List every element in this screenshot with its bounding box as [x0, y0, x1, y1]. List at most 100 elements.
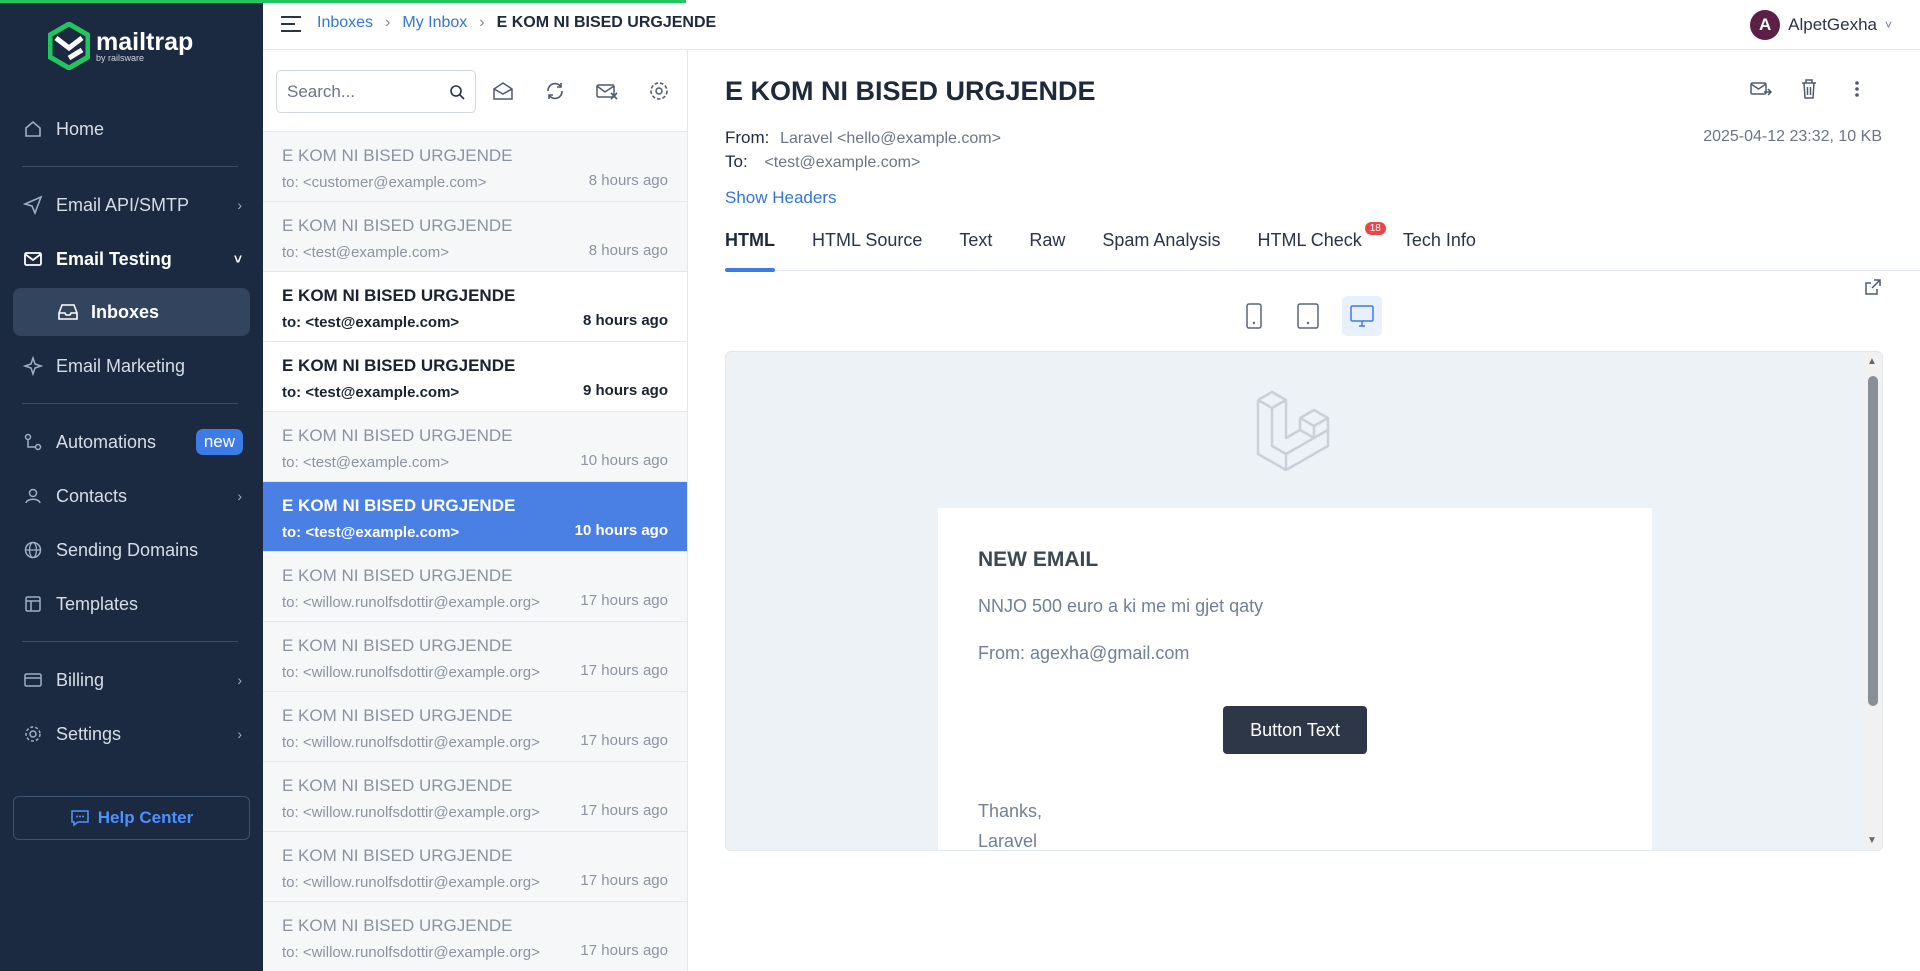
list-toolbar: Search...	[263, 50, 687, 132]
sidebar-item-contacts[interactable]: Contacts ›	[22, 481, 242, 511]
tab-html-check[interactable]: HTML Check 18	[1257, 222, 1386, 271]
message-time: 17 hours ago	[580, 732, 668, 749]
chevron-down-icon: ˅	[233, 251, 242, 267]
sidebar-item-label: Inboxes	[91, 301, 160, 322]
chevron-right-icon: ›	[237, 197, 242, 213]
mailtrap-logo-icon	[48, 22, 90, 70]
tab-tech-info[interactable]: Tech Info	[1403, 230, 1476, 271]
email-thanks: Thanks,	[978, 801, 1043, 821]
email-body-card: NEW EMAIL NNJO 500 euro a ki me mi gjet …	[938, 508, 1652, 850]
message-list: E KOM NI BISED URGJENDE to: <customer@exa…	[263, 132, 687, 971]
message-subject: E KOM NI BISED URGJENDE	[282, 776, 513, 795]
more-options-icon[interactable]	[1844, 76, 1870, 102]
templates-icon	[22, 593, 44, 615]
logo[interactable]: mailtrap by railsware	[48, 22, 193, 70]
menu-toggle-icon[interactable]	[281, 16, 301, 32]
show-headers-link[interactable]: Show Headers	[725, 188, 837, 208]
chevron-right-icon: ›	[237, 672, 242, 688]
home-icon	[22, 118, 44, 140]
gear-icon[interactable]	[645, 77, 673, 105]
sidebar-divider	[22, 403, 238, 404]
tab-html-source[interactable]: HTML Source	[812, 230, 922, 271]
refresh-icon[interactable]	[541, 77, 569, 105]
mobile-view-icon[interactable]	[1234, 296, 1274, 336]
message-time: 10 hours ago	[574, 522, 668, 539]
sidebar-item-sending-domains[interactable]: Sending Domains	[22, 535, 242, 565]
user-menu[interactable]: A AlpetGexha ˅	[1750, 10, 1892, 40]
help-center-button[interactable]: Help Center	[13, 796, 250, 840]
sidebar-item-email-testing[interactable]: Email Testing ˅	[22, 244, 242, 274]
scroll-down-icon[interactable]: ▼	[1867, 835, 1877, 846]
open-external-icon[interactable]	[1864, 278, 1882, 301]
sidebar-item-email-api[interactable]: Email API/SMTP ›	[22, 190, 242, 220]
search-input[interactable]: Search...	[276, 70, 476, 113]
inbox-icon	[57, 302, 79, 322]
device-toggles	[1234, 296, 1382, 336]
top-bar: Inboxes › My Inbox › E KOM NI BISED URGJ…	[263, 0, 1920, 50]
message-subject: E KOM NI BISED URGJENDE	[282, 566, 513, 585]
message-actions	[1748, 76, 1870, 102]
email-cta-button[interactable]: Button Text	[1223, 706, 1367, 754]
automation-icon	[22, 431, 44, 453]
message-subject: E KOM NI BISED URGJENDE	[282, 356, 516, 375]
laravel-logo-icon	[1254, 388, 1334, 477]
to-label: To:	[725, 152, 748, 171]
chat-icon	[70, 809, 90, 827]
email-title: NEW EMAIL	[978, 548, 1099, 571]
scroll-up-icon[interactable]: ▲	[1867, 356, 1877, 367]
mark-read-icon[interactable]	[489, 77, 517, 105]
from-label: From:	[725, 128, 770, 147]
message-time: 17 hours ago	[580, 942, 668, 959]
sidebar-item-home[interactable]: Home	[22, 114, 242, 144]
breadcrumb-current: E KOM NI BISED URGJENDE	[496, 14, 717, 31]
message-date-size: 2025-04-12 23:32, 10 KB	[1703, 128, 1882, 145]
tab-html[interactable]: HTML	[725, 230, 775, 272]
message-time: 8 hours ago	[588, 242, 668, 259]
message-list-item[interactable]: E KOM NI BISED URGJENDE to: <willow.runol…	[263, 552, 687, 622]
message-subject: E KOM NI BISED URGJENDE	[282, 636, 513, 655]
sidebar-item-label: Settings	[56, 723, 122, 744]
sidebar: mailtrap by railsware Home Email API/SMT…	[0, 0, 263, 971]
preview-scrollbar[interactable]: ▲ ▼	[1864, 352, 1882, 850]
gear-icon	[22, 723, 44, 745]
tab-spam-analysis[interactable]: Spam Analysis	[1102, 230, 1220, 271]
message-list-item[interactable]: E KOM NI BISED URGJENDE to: <willow.runol…	[263, 692, 687, 762]
html-check-count-badge: 18	[1364, 222, 1386, 235]
message-list-item[interactable]: E KOM NI BISED URGJENDE to: <test@example…	[263, 202, 687, 272]
clear-inbox-icon[interactable]	[593, 77, 621, 105]
sidebar-item-email-marketing[interactable]: Email Marketing	[22, 351, 242, 381]
tab-raw[interactable]: Raw	[1029, 230, 1065, 271]
breadcrumb-inboxes[interactable]: Inboxes	[317, 14, 373, 32]
search-placeholder: Search...	[287, 81, 356, 101]
message-list-item[interactable]: E KOM NI BISED URGJENDE to: <willow.runol…	[263, 762, 687, 832]
message-list-item[interactable]: E KOM NI BISED URGJENDE to: <customer@exa…	[263, 132, 687, 202]
sidebar-item-inboxes[interactable]: Inboxes	[13, 288, 250, 336]
desktop-view-icon[interactable]	[1342, 296, 1382, 336]
message-list-item[interactable]: E KOM NI BISED URGJENDE to: <willow.runol…	[263, 832, 687, 902]
message-subject: E KOM NI BISED URGJENDE	[282, 146, 513, 165]
message-list-item[interactable]: E KOM NI BISED URGJENDE to: <test@example…	[263, 412, 687, 482]
tab-text[interactable]: Text	[959, 230, 992, 271]
message-list-item[interactable]: E KOM NI BISED URGJENDE to: <test@example…	[263, 482, 687, 552]
message-detail: E KOM NI BISED URGJENDE From: Laravel <h…	[688, 50, 1920, 971]
sidebar-item-billing[interactable]: Billing ›	[22, 665, 242, 695]
email-testing-icon	[22, 248, 44, 270]
message-list-item[interactable]: E KOM NI BISED URGJENDE to: <test@example…	[263, 342, 687, 412]
sidebar-item-templates[interactable]: Templates	[22, 589, 242, 619]
message-time: 10 hours ago	[580, 452, 668, 469]
message-time: 17 hours ago	[580, 802, 668, 819]
message-time: 8 hours ago	[588, 172, 668, 189]
scrollbar-thumb[interactable]	[1868, 376, 1878, 706]
forward-icon[interactable]	[1748, 76, 1774, 102]
message-list-item[interactable]: E KOM NI BISED URGJENDE to: <willow.runol…	[263, 622, 687, 692]
logo-text: mailtrap	[96, 27, 194, 56]
trash-icon[interactable]	[1796, 76, 1822, 102]
tablet-view-icon[interactable]	[1288, 296, 1328, 336]
message-list-item[interactable]: E KOM NI BISED URGJENDE to: <willow.runol…	[263, 902, 687, 971]
sidebar-item-settings[interactable]: Settings ›	[22, 719, 242, 749]
new-badge: new	[195, 429, 243, 455]
breadcrumb-my-inbox[interactable]: My Inbox	[402, 14, 467, 32]
email-line: NNJO 500 euro a ki me mi gjet qaty	[978, 596, 1264, 616]
message-list-item[interactable]: E KOM NI BISED URGJENDE to: <test@example…	[263, 272, 687, 342]
sidebar-divider	[22, 166, 238, 167]
